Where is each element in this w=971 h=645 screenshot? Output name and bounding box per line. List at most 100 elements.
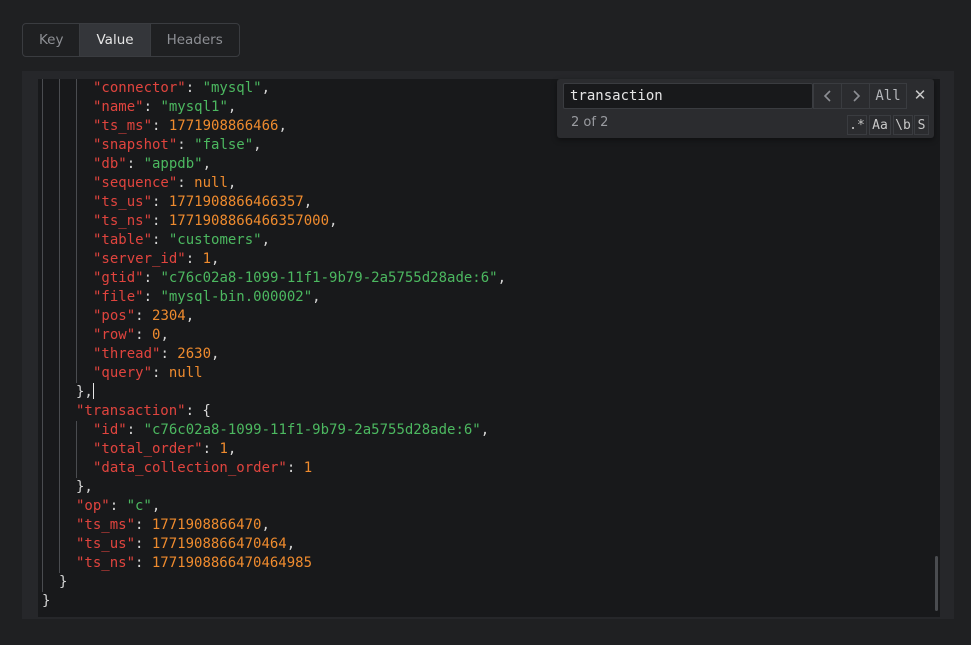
tab-headers[interactable]: Headers (151, 24, 239, 56)
indent-guide (76, 212, 77, 231)
code-token: , (261, 232, 271, 248)
indent-guide (76, 174, 77, 193)
code-token: : (152, 118, 169, 134)
indent-guide (76, 193, 77, 212)
code-token: : (160, 346, 178, 362)
search-input[interactable] (563, 83, 813, 109)
code-token: , (211, 346, 220, 362)
indent-guide (76, 79, 77, 98)
code-token: : (135, 555, 152, 571)
indent-guide (42, 516, 43, 535)
code-token: : (143, 289, 161, 305)
code-token: "name" (93, 99, 144, 115)
select-all-matches-button[interactable]: All (869, 83, 907, 109)
code-token: "server_id" (93, 251, 186, 267)
indent-guide (76, 250, 77, 269)
indent-guide (76, 440, 77, 459)
indent-guide (76, 421, 77, 440)
code-text: "ts_ns": 1771908866470464985 (76, 554, 312, 573)
vertical-scrollbar[interactable] (935, 556, 938, 611)
code-token: "ts_ns" (93, 213, 153, 229)
indent-guide (42, 307, 43, 326)
indent-guide (59, 98, 60, 117)
indent-guide (42, 554, 43, 573)
indent-guide (42, 459, 43, 478)
code-token: "file" (93, 289, 144, 305)
indent-guide (59, 497, 60, 516)
code-token: "customers" (168, 232, 262, 248)
code-token: : { (185, 403, 211, 419)
json-code-view[interactable]: "connector": "mysql", "name": "mysql1", "t… (38, 79, 940, 617)
code-token: "pos" (93, 308, 136, 324)
code-token: : (152, 232, 169, 248)
indent-guide (42, 383, 43, 402)
whole-word-toggle[interactable]: \b (893, 115, 913, 135)
indent-guide (42, 478, 43, 497)
indent-guide (59, 231, 60, 250)
code-token: } (42, 593, 51, 609)
code-text: "ts_us": 1771908866470464, (76, 535, 295, 554)
indent-guide (59, 269, 60, 288)
code-token: "mysql1" (160, 99, 228, 115)
code-token: , (227, 99, 237, 115)
code-token: null (194, 175, 228, 191)
indent-guide (42, 212, 43, 231)
code-token: 1771908866466357 (168, 194, 304, 210)
tab-key[interactable]: Key (23, 24, 81, 56)
match-case-toggle[interactable]: Aa (869, 115, 891, 135)
code-token: 1771908866470464 (151, 536, 287, 552)
indent-guide (42, 440, 43, 459)
code-text: "row": 0, (93, 326, 169, 345)
indent-guide (42, 98, 43, 117)
indent-guide (76, 136, 77, 155)
indent-guide (76, 269, 77, 288)
code-token: : (152, 213, 169, 229)
code-text: "ts_us": 1771908866466357, (93, 193, 312, 212)
code-text: "thread": 2630, (93, 345, 219, 364)
close-search-button[interactable]: ✕ (911, 85, 929, 105)
code-token: : (135, 517, 152, 533)
code-token: "c76c02a8-1099-11f1-9b79-2a5755d28ade:6" (143, 422, 481, 438)
indent-guide (76, 117, 77, 136)
code-token: "id" (93, 422, 127, 438)
code-token: , (303, 194, 313, 210)
code-token: : (286, 460, 304, 476)
code-token: 1771908866470464985 (151, 555, 313, 571)
indent-guide (59, 155, 60, 174)
code-token: 1771908866470 (151, 517, 262, 533)
tab-value[interactable]: Value (80, 24, 151, 56)
previous-match-button[interactable] (813, 83, 842, 109)
close-icon: ✕ (913, 86, 927, 104)
code-token: 1771908866466 (168, 118, 279, 134)
next-match-button[interactable] (841, 83, 870, 109)
code-token: : (126, 156, 144, 172)
indent-guide (59, 250, 60, 269)
code-text: }, (76, 478, 93, 497)
code-token: "ts_ms" (76, 517, 136, 533)
code-text: } (59, 573, 67, 592)
code-text: "transaction": { (76, 402, 211, 421)
code-token: : (152, 365, 169, 381)
code-token: , (185, 308, 195, 324)
indent-guide (59, 459, 60, 478)
code-text: "table": "customers", (93, 231, 270, 250)
code-token: : (202, 441, 220, 457)
indent-guide (59, 516, 60, 535)
indent-guide (42, 326, 43, 345)
code-token: , (227, 175, 237, 191)
code-token: 1 (219, 441, 228, 457)
code-text: "total_order": 1, (93, 440, 236, 459)
indent-guide (59, 535, 60, 554)
code-text: "name": "mysql1", (93, 98, 236, 117)
code-token: : (126, 422, 144, 438)
regex-toggle[interactable]: .* (847, 115, 867, 135)
code-token: "c76c02a8-1099-11f1-9b79-2a5755d28ade:6" (160, 270, 498, 286)
in-selection-toggle[interactable]: S (914, 115, 929, 135)
indent-guide (42, 117, 43, 136)
value-editor: "connector": "mysql", "name": "mysql1", "t… (22, 71, 954, 619)
indent-guide (59, 307, 60, 326)
indent-guide (76, 98, 77, 117)
code-text: "file": "mysql-bin.000002", (93, 288, 321, 307)
code-token: "snapshot" (93, 137, 178, 153)
code-text: "connector": "mysql", (93, 79, 270, 98)
